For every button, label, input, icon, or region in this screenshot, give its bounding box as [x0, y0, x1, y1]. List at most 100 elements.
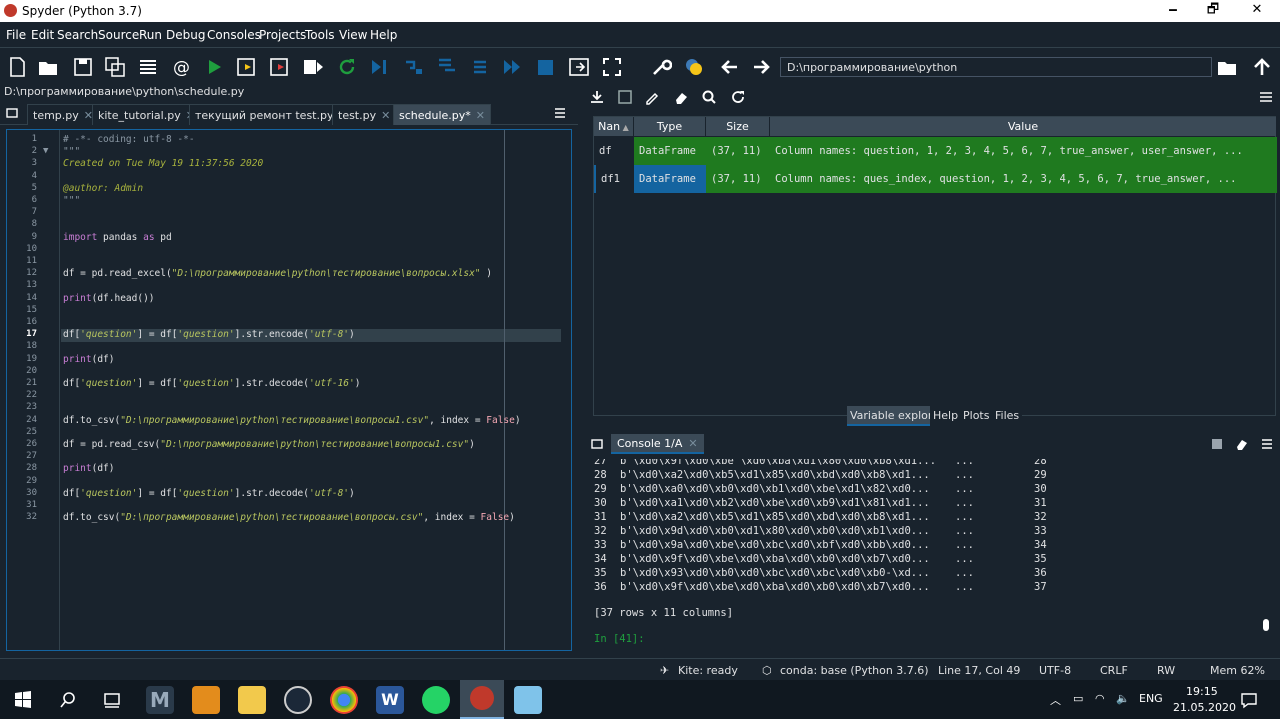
open-file-icon[interactable] — [37, 56, 59, 78]
tab-console[interactable]: Console 1/A ✕ — [611, 434, 704, 454]
eraser-icon[interactable] — [1235, 438, 1249, 450]
column-header-name[interactable]: Nan ▲ — [594, 117, 634, 136]
column-header-size[interactable]: Size — [706, 117, 770, 136]
list-icon[interactable] — [137, 56, 159, 78]
fullscreen-icon[interactable] — [601, 56, 623, 78]
file-explorer-app-icon[interactable] — [238, 686, 266, 714]
forward-arrow-icon[interactable] — [750, 56, 772, 78]
search-icon[interactable] — [59, 691, 77, 709]
notes-app-icon[interactable] — [514, 686, 542, 714]
maximize-pane-icon[interactable] — [568, 56, 590, 78]
mendeley-app-icon[interactable]: M — [146, 686, 174, 714]
word-app-icon[interactable]: W — [376, 686, 404, 714]
menu-run[interactable]: Run — [139, 28, 162, 42]
menu-view[interactable]: View — [339, 28, 367, 42]
python-path-icon[interactable] — [683, 56, 705, 78]
parent-dir-icon[interactable] — [1251, 56, 1273, 78]
save-icon[interactable] — [72, 56, 94, 78]
run-cell-advance-icon[interactable] — [269, 56, 291, 78]
menu-help[interactable]: Help — [370, 28, 397, 42]
continue-icon[interactable] — [501, 56, 523, 78]
pane-options-menu-icon[interactable] — [1258, 89, 1274, 105]
close-button[interactable]: ✕ — [1234, 0, 1280, 22]
step-return-icon[interactable] — [468, 56, 490, 78]
run-selection-icon[interactable] — [302, 56, 324, 78]
editor-tab-bar: temp.py✕ kite_tutorial.py✕ текущий ремон… — [0, 101, 578, 125]
preferences-wrench-icon[interactable] — [650, 56, 672, 78]
save-as-icon[interactable] — [644, 89, 660, 105]
debug-icon[interactable] — [368, 56, 390, 78]
run-cell-icon[interactable] — [236, 56, 258, 78]
input-language[interactable]: ENG — [1139, 692, 1163, 705]
browse-consoles-icon[interactable] — [591, 438, 603, 450]
clock-date[interactable]: 21.05.2020 — [1173, 701, 1236, 714]
spyder-app-icon[interactable] — [460, 680, 504, 719]
line-number: 17 — [26, 329, 37, 340]
row-index: 27 — [594, 459, 607, 467]
search-icon[interactable] — [701, 89, 717, 105]
close-tab-icon[interactable]: ✕ — [688, 437, 697, 450]
import-data-icon[interactable] — [589, 89, 605, 105]
editor-options-menu-icon[interactable] — [554, 107, 566, 119]
console-prompt[interactable]: In [41]: — [594, 633, 645, 647]
tab-tekushchiy-remont[interactable]: текущий ремонт test.py✕ — [189, 104, 354, 125]
browse-tabs-icon[interactable] — [6, 107, 18, 119]
volume-icon[interactable]: 🔈 — [1116, 692, 1130, 705]
tab-kite-tutorial[interactable]: kite_tutorial.py✕ — [92, 104, 201, 125]
menu-projects[interactable]: Projects — [259, 28, 306, 42]
tab-plots[interactable]: Plots — [960, 406, 993, 426]
save-data-icon[interactable] — [617, 89, 633, 105]
show-hidden-icons-icon[interactable]: ︿ — [1050, 692, 1061, 708]
tab-test[interactable]: test.py ✕ — [332, 104, 397, 125]
console-options-menu-icon[interactable] — [1261, 438, 1273, 450]
menu-tools[interactable]: Tools — [305, 28, 335, 42]
maximize-button[interactable]: 🗗 — [1190, 0, 1236, 22]
whatsapp-app-icon[interactable] — [422, 686, 450, 714]
tab-temp[interactable]: temp.py ✕ — [27, 104, 99, 125]
menu-source[interactable]: Source — [98, 28, 139, 42]
chrome-app-icon[interactable] — [330, 686, 358, 714]
browse-folder-icon[interactable] — [1216, 56, 1238, 78]
menu-search[interactable]: Search — [57, 28, 98, 42]
close-tab-icon[interactable]: ✕ — [381, 109, 390, 122]
working-directory-field[interactable]: D:\программирование\python — [780, 57, 1212, 77]
notifications-icon[interactable] — [1240, 691, 1258, 709]
clock-time[interactable]: 19:15 — [1186, 685, 1218, 698]
eraser-icon[interactable] — [673, 89, 689, 105]
title-bar: Spyder (Python 3.7) 🗕 🗗 ✕ — [0, 0, 1280, 22]
back-arrow-icon[interactable] — [719, 56, 741, 78]
console-scrollbar[interactable] — [1261, 459, 1271, 653]
new-file-icon[interactable] — [6, 56, 28, 78]
sublime-text-app-icon[interactable] — [192, 686, 220, 714]
menu-consoles[interactable]: Consoles — [207, 28, 261, 42]
console-output[interactable]: 27 b'\xd0\x9f\xd0\xbe \xd0\xba\xd1\x80\xd… — [589, 459, 1261, 653]
at-icon[interactable]: @ — [170, 56, 192, 78]
step-into-icon[interactable] — [435, 56, 457, 78]
step-icon[interactable] — [402, 56, 424, 78]
line-number: 13 — [26, 280, 37, 291]
fold-arrow-icon[interactable]: ▼ — [43, 146, 55, 156]
menu-file[interactable]: File — [6, 28, 26, 42]
column-header-value[interactable]: Value — [770, 117, 1277, 136]
stop-kernel-icon[interactable] — [1211, 438, 1223, 450]
tab-files[interactable]: Files — [992, 406, 1023, 426]
tab-help[interactable]: Help — [930, 406, 962, 426]
wifi-icon[interactable]: ◠ — [1095, 692, 1105, 705]
rerun-icon[interactable] — [336, 56, 358, 78]
save-all-icon[interactable] — [104, 56, 126, 78]
battery-icon[interactable]: ▭ — [1073, 692, 1083, 705]
line-number: 30 — [26, 487, 37, 498]
column-header-type[interactable]: Type — [634, 117, 706, 136]
task-view-icon[interactable] — [103, 691, 121, 709]
tab-schedule[interactable]: schedule.py* ✕ — [393, 104, 492, 125]
windows-start-icon[interactable] — [14, 691, 32, 709]
refresh-icon[interactable] — [730, 89, 746, 105]
run-icon[interactable] — [203, 56, 225, 78]
stop-icon[interactable] — [534, 56, 556, 78]
menu-edit[interactable]: Edit — [31, 28, 54, 42]
close-tab-icon[interactable]: ✕ — [476, 109, 485, 122]
menu-debug[interactable]: Debug — [166, 28, 205, 42]
steam-app-icon[interactable] — [284, 686, 312, 714]
scrollbar-thumb[interactable] — [1263, 619, 1269, 631]
code-editor[interactable]: 1 2 3 4 5 6 7 8 9 10 11 12 13 14 15 16 17 18 19 20 21 22 23 24 2… — [6, 129, 572, 651]
